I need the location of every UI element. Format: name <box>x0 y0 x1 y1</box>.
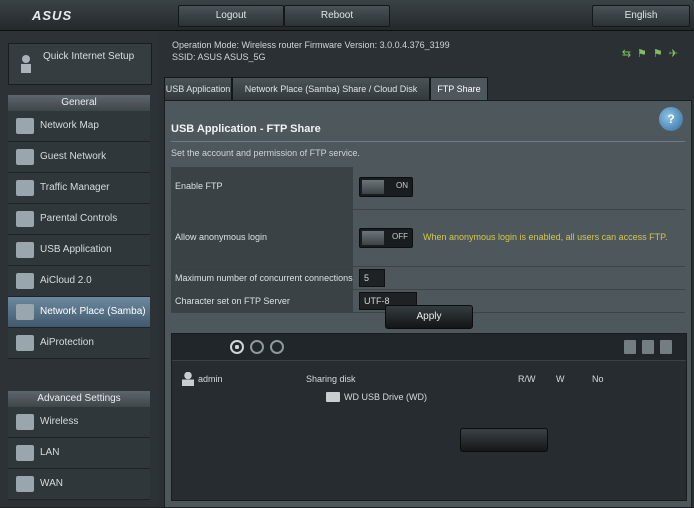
network-place-icon <box>16 304 34 320</box>
wan-icon <box>16 476 34 492</box>
lan-icon <box>16 445 34 461</box>
sidebar-item-label: AiCloud 2.0 <box>40 275 92 286</box>
language-select[interactable]: English <box>592 5 690 27</box>
sidebar-item-aiprotection[interactable]: AiProtection <box>8 328 150 359</box>
parental-controls-icon <box>16 211 34 227</box>
page-title: USB Application - FTP Share <box>171 123 321 135</box>
anonymous-login-label: Allow anonymous login <box>175 232 268 242</box>
sidebar-item-label: Network Map <box>40 120 99 131</box>
operation-mode-info: Operation Mode: Wireless router Firmware… <box>172 39 552 63</box>
guest-network-icon <box>16 149 34 165</box>
sidebar-item-parental-controls[interactable]: Parental Controls <box>8 204 150 235</box>
wizard-icon <box>21 55 31 73</box>
delete-account-icon[interactable] <box>250 340 264 354</box>
sidebar-item-label: Network Place (Samba) <box>40 306 146 317</box>
logout-button[interactable]: Logout <box>178 5 284 27</box>
status-icons: ⇆⚑⚑✈ <box>622 47 684 60</box>
top-bar: ASUS Logout Reboot English <box>0 0 694 31</box>
enable-ftp-row: Enable FTP ON <box>171 167 685 210</box>
aicloud-icon <box>16 273 34 289</box>
modify-account-icon[interactable] <box>270 340 284 354</box>
quick-setup-button[interactable]: Quick Internet Setup <box>8 43 152 85</box>
account-permissions-panel: admin Sharing disk R/W W No WD USB Drive… <box>171 333 687 501</box>
aiprotection-icon <box>16 335 34 351</box>
sidebar-item-traffic-manager[interactable]: Traffic Manager <box>8 173 150 204</box>
sidebar-item-lan[interactable]: LAN <box>8 438 150 469</box>
network-map-icon <box>16 118 34 134</box>
save-permission-button[interactable] <box>460 428 548 452</box>
toggle-state: OFF <box>392 232 408 241</box>
modify-folder-icon[interactable] <box>660 340 672 354</box>
sidebar-item-network-place[interactable]: Network Place (Samba) <box>8 297 150 328</box>
toggle-knob <box>362 180 384 194</box>
usb-status-icon[interactable]: ⇆ <box>622 48 637 60</box>
sidebar-item-guest-network[interactable]: Guest Network <box>8 142 150 173</box>
network-status-icon[interactable]: ⚑ <box>637 48 653 60</box>
traffic-manager-icon <box>16 180 34 196</box>
sidebar-item-label: Parental Controls <box>40 213 118 224</box>
ssid-line: SSID: ASUS ASUS_5G <box>172 52 266 62</box>
max-connections-input[interactable]: 5 <box>359 269 385 287</box>
sidebar-item-label: WAN <box>40 478 63 489</box>
sidebar: Quick Internet Setup General Network Map… <box>0 31 158 507</box>
sidebar-item-label: Wireless <box>40 416 79 427</box>
tab-usb-application[interactable]: USB Application <box>164 77 232 101</box>
anonymous-login-row: Allow anonymous login OFF When anonymous… <box>171 210 685 267</box>
toggle-state: ON <box>396 181 408 190</box>
user-icon <box>182 372 194 386</box>
add-folder-icon[interactable] <box>624 340 636 354</box>
page-description: Set the account and permission of FTP se… <box>171 148 360 158</box>
divider <box>171 141 685 142</box>
sidebar-item-label: USB Application <box>40 244 112 255</box>
sidebar-item-label: AiProtection <box>40 337 94 348</box>
add-account-icon[interactable] <box>230 340 244 354</box>
anonymous-login-warning: When anonymous login is enabled, all use… <box>423 232 668 242</box>
folder-icon <box>326 392 340 402</box>
charset-label: Character set on FTP Server <box>175 296 290 306</box>
help-icon[interactable]: ? <box>659 107 683 131</box>
operation-mode-line: Operation Mode: Wireless router Firmware… <box>172 40 450 50</box>
max-connections-row: Maximum number of concurrent connections… <box>171 267 685 290</box>
sidebar-item-aicloud[interactable]: AiCloud 2.0 <box>8 266 150 297</box>
reboot-button[interactable]: Reboot <box>284 5 390 27</box>
sidebar-item-label: LAN <box>40 447 60 458</box>
permission-w: W <box>556 374 565 384</box>
disk-name[interactable]: WD USB Drive (WD) <box>344 392 427 402</box>
general-heading: General <box>8 95 150 111</box>
max-connections-label: Maximum number of concurrent connections <box>175 273 353 283</box>
usb-application-icon <box>16 242 34 258</box>
toggle-knob <box>362 231 384 245</box>
delete-folder-icon[interactable] <box>642 340 654 354</box>
sidebar-item-label: Guest Network <box>40 151 107 162</box>
sidebar-item-label: Traffic Manager <box>40 182 110 193</box>
ftp-share-panel: USB Application - FTP Share ? Set the ac… <box>164 100 692 508</box>
sidebar-item-usb-application[interactable]: USB Application <box>8 235 150 266</box>
sidebar-item-wireless[interactable]: Wireless <box>8 407 150 438</box>
enable-ftp-label: Enable FTP <box>175 181 223 191</box>
wifi-status-icon[interactable]: ⚑ <box>653 48 669 60</box>
permission-rw: R/W <box>518 374 536 384</box>
account-name[interactable]: admin <box>198 374 223 384</box>
apply-button[interactable]: Apply <box>385 305 473 329</box>
quick-setup-label: Quick Internet Setup <box>43 51 135 62</box>
sidebar-item-wan[interactable]: WAN <box>8 469 150 500</box>
account-toolbar <box>172 334 686 361</box>
tab-ftp-share[interactable]: FTP Share <box>430 77 488 101</box>
main-content: Operation Mode: Wireless router Firmware… <box>158 31 694 508</box>
sidebar-item-network-map[interactable]: Network Map <box>8 111 150 142</box>
anonymous-login-toggle[interactable]: OFF <box>359 228 413 248</box>
wireless-icon <box>16 414 34 430</box>
tab-samba-share[interactable]: Network Place (Samba) Share / Cloud Disk <box>232 77 430 101</box>
advanced-heading: Advanced Settings <box>8 391 150 407</box>
asus-logo: ASUS <box>32 8 73 23</box>
app-status-icon[interactable]: ✈ <box>669 48 684 60</box>
enable-ftp-toggle[interactable]: ON <box>359 177 413 197</box>
share-column-header: Sharing disk <box>306 374 356 384</box>
permission-no: No <box>592 374 604 384</box>
